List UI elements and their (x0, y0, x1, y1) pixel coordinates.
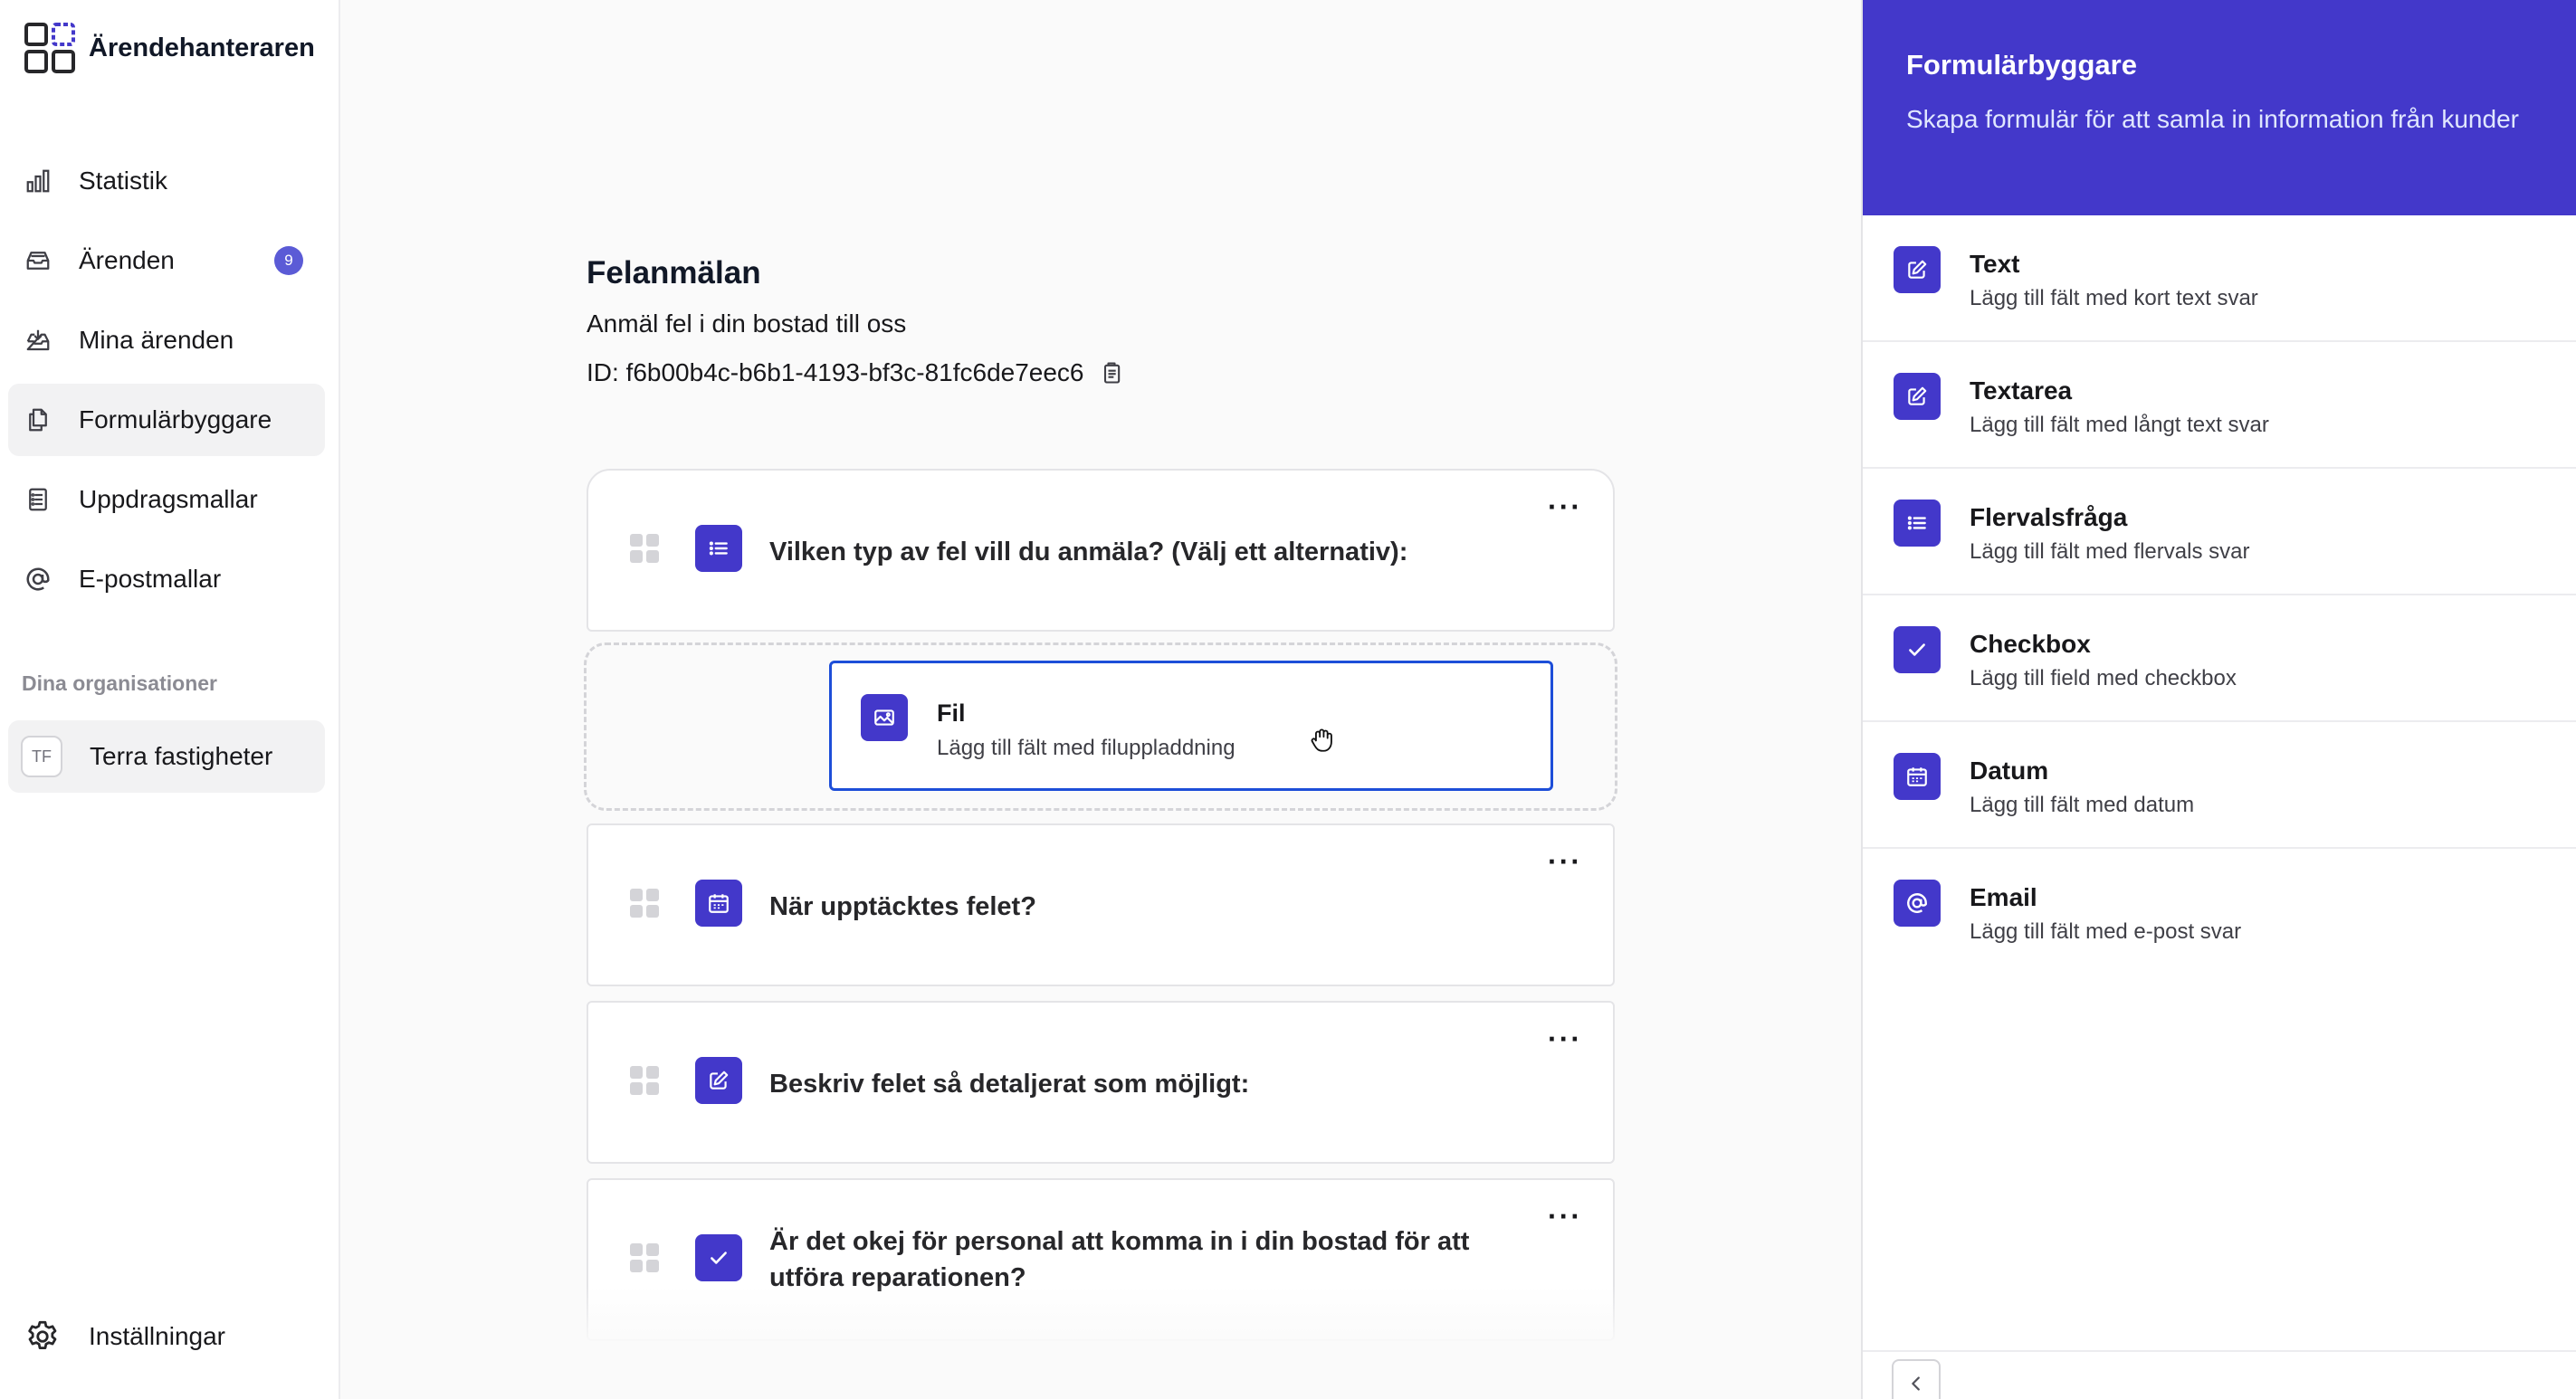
field-label: När upptäcktes felet? (769, 892, 1036, 921)
pencil-square-icon (1894, 373, 1941, 420)
palette-item-subtitle: Lägg till fält med datum (1970, 793, 2195, 817)
sidebar-item-uppdragsmallar[interactable]: Uppdragsmallar (8, 463, 325, 536)
palette-item-subtitle: Lägg till fält med långt text svar (1970, 413, 2269, 437)
sidebar-nav: Statistik Ärenden 9 Mina ärenden Formulä… (8, 145, 325, 623)
palette-item-flervalsfraga[interactable]: Flervalsfråga Lägg till fält med flerval… (1863, 469, 2576, 595)
list-icon (1894, 500, 1941, 547)
app-title: Ärendehanteraren (89, 33, 315, 62)
drag-handle-icon[interactable] (630, 534, 659, 563)
panel-title: Formulärbyggare (1906, 49, 2137, 81)
sidebar: Ärendehanteraren Statistik Ärenden 9 Min… (0, 0, 340, 1399)
at-sign-icon (23, 564, 53, 595)
palette-item-title: Textarea (1970, 376, 2073, 404)
palette-item-title: Flervalsfråga (1970, 503, 2128, 531)
sidebar-item-arenden[interactable]: Ärenden 9 (8, 224, 325, 297)
panel-footer (1863, 1350, 2576, 1399)
drag-handle-icon[interactable] (630, 1243, 659, 1272)
palette-item-email[interactable]: Email Lägg till fält med e-post svar (1863, 849, 2576, 975)
form-title: Felanmälan (587, 255, 761, 290)
chevron-left-icon (1906, 1374, 1926, 1394)
app-logo-icon (24, 22, 76, 74)
form-field-card[interactable]: Vilken typ av fel vill du anmäla? (Välj … (587, 469, 1615, 632)
settings-link[interactable]: Inställningar (24, 1318, 225, 1356)
form-description: Anmäl fel i din bostad till oss (587, 309, 907, 338)
scroll-fade (554, 1285, 1649, 1399)
form-id: ID: f6b00b4c-b6b1-4193-bf3c-81fc6de7eec6 (587, 358, 1084, 386)
inbox-arrow-icon (23, 325, 53, 356)
palette-item-title: Text (1970, 250, 2020, 278)
document-duplicate-icon (23, 404, 53, 435)
clipboard-list-icon (23, 484, 53, 515)
organization-item[interactable]: TF Terra fastigheter (8, 720, 325, 793)
drag-handle-icon[interactable] (630, 889, 659, 918)
field-label: Vilken typ av fel vill du anmäla? (Välj … (769, 538, 1408, 566)
sidebar-item-formularbyggare[interactable]: Formulärbyggare (8, 384, 325, 456)
palette-item-datum[interactable]: Datum Lägg till fält med datum (1863, 722, 2576, 849)
palette-item-textarea[interactable]: Textarea Lägg till fält med långt text s… (1863, 342, 2576, 469)
inbox-stack-icon (23, 245, 53, 276)
check-icon (695, 1234, 742, 1281)
calendar-icon (1894, 753, 1941, 800)
sidebar-item-label: Formulärbyggare (79, 405, 272, 433)
dragged-field-preview[interactable]: Fil Lägg till fält med filuppladdning (829, 661, 1553, 791)
palette-item-checkbox[interactable]: Checkbox Lägg till field med checkbox (1863, 595, 2576, 722)
org-name: Terra fastigheter (90, 742, 273, 770)
more-options-icon[interactable]: ··· (1548, 845, 1582, 879)
sidebar-item-label: Statistik (79, 167, 168, 195)
brand[interactable]: Ärendehanteraren (24, 22, 315, 74)
org-avatar: TF (21, 736, 62, 777)
organizations-heading: Dina organisationer (22, 671, 217, 695)
sidebar-item-label: Uppdragsmallar (79, 485, 258, 513)
sidebar-item-statistik[interactable]: Statistik (8, 145, 325, 217)
palette-item-title: Email (1970, 883, 2037, 911)
more-options-icon[interactable]: ··· (1548, 1023, 1582, 1056)
sidebar-item-label: E-postmallar (79, 565, 222, 593)
form-builder-panel: Formulärbyggare Skapa formulär för att s… (1861, 0, 2576, 1399)
palette-item-title: Checkbox (1970, 630, 2091, 658)
sidebar-item-label: Ärenden (79, 246, 175, 274)
sidebar-item-e-postmallar[interactable]: E-postmallar (8, 543, 325, 615)
count-badge: 9 (274, 246, 303, 275)
palette-item-subtitle: Lägg till fält med kort text svar (1970, 286, 2258, 310)
bar-chart-icon (23, 166, 53, 196)
panel-subtitle: Skapa formulär för att samla in informat… (1906, 105, 2519, 133)
form-field-card[interactable]: När upptäcktes felet? ··· (587, 823, 1615, 986)
preview-title: Fil (937, 700, 966, 727)
calendar-icon (695, 880, 742, 927)
preview-subtitle: Lägg till fält med filuppladdning (937, 736, 1236, 760)
settings-label: Inställningar (89, 1322, 225, 1350)
list-icon (695, 525, 742, 572)
palette-item-subtitle: Lägg till fält med e-post svar (1970, 919, 2242, 944)
panel-header: Formulärbyggare Skapa formulär för att s… (1863, 0, 2576, 215)
gear-icon (24, 1318, 62, 1356)
pencil-square-icon (1894, 246, 1941, 293)
sidebar-item-label: Mina ärenden (79, 326, 234, 354)
form-field-card[interactable]: Beskriv felet så detaljerat som möjligt:… (587, 1001, 1615, 1164)
more-options-icon[interactable]: ··· (1548, 490, 1582, 524)
collapse-panel-button[interactable] (1892, 1359, 1941, 1399)
palette-item-subtitle: Lägg till fält med flervals svar (1970, 539, 2250, 564)
image-icon (861, 694, 908, 741)
palette-item-subtitle: Lägg till field med checkbox (1970, 666, 2237, 690)
pencil-square-icon (695, 1057, 742, 1104)
form-id-row: ID: f6b00b4c-b6b1-4193-bf3c-81fc6de7eec6 (587, 358, 1124, 387)
palette-item-title: Datum (1970, 757, 2049, 785)
sidebar-item-mina-arenden[interactable]: Mina ärenden (8, 304, 325, 376)
at-sign-icon (1894, 880, 1941, 927)
field-label: Beskriv felet så detaljerat som möjligt: (769, 1070, 1250, 1099)
more-options-icon[interactable]: ··· (1548, 1200, 1582, 1233)
check-icon (1894, 626, 1941, 673)
grab-cursor-icon (1307, 724, 1338, 755)
drag-handle-icon[interactable] (630, 1066, 659, 1095)
palette-item-text[interactable]: Text Lägg till fält med kort text svar (1863, 215, 2576, 342)
clipboard-copy-icon[interactable] (1099, 360, 1124, 385)
